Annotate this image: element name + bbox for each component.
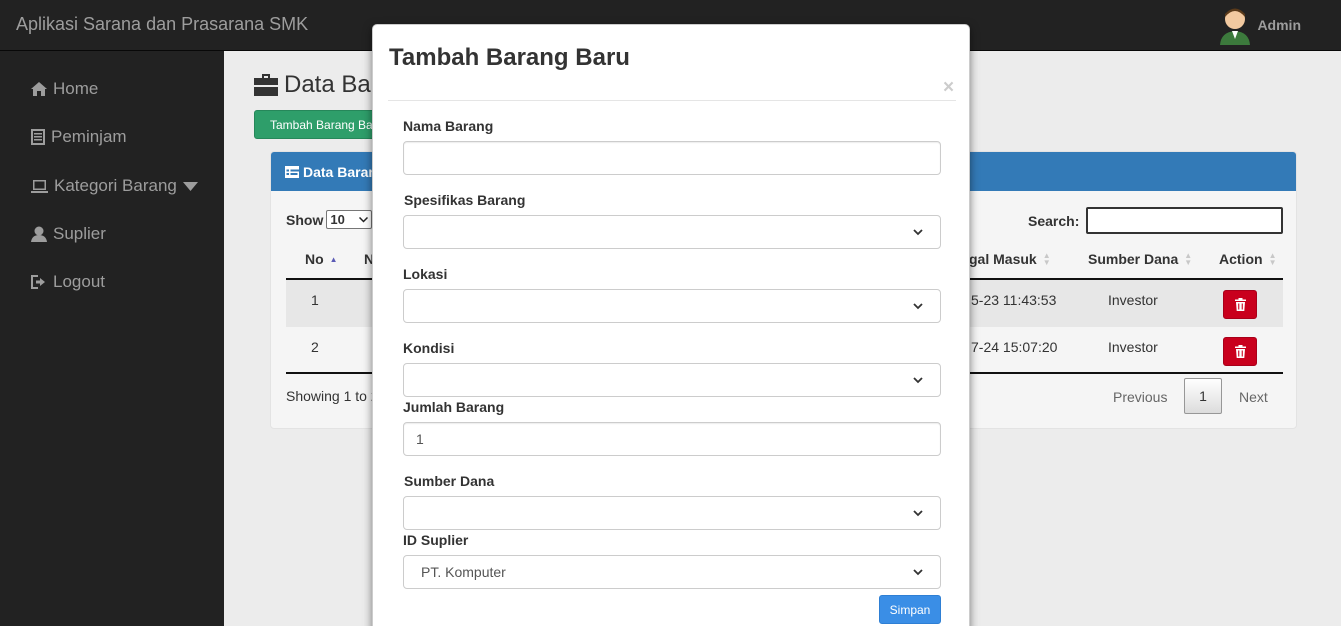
id-suplier-select[interactable]: PT. Komputer [403, 555, 941, 589]
nama-barang-input[interactable] [403, 141, 941, 175]
save-button[interactable]: Simpan [879, 595, 941, 624]
sumber-dana-label: Sumber Dana [404, 473, 495, 489]
chevron-down-icon [913, 377, 923, 384]
modal-title: Tambah Barang Baru [389, 44, 630, 71]
lokasi-label: Lokasi [403, 266, 448, 282]
jumlah-barang-input[interactable] [403, 422, 941, 456]
chevron-down-icon [913, 569, 923, 576]
close-icon[interactable]: × [943, 78, 954, 98]
modal-header-divider [388, 100, 956, 101]
kondisi-label: Kondisi [403, 340, 455, 356]
add-item-modal: Tambah Barang Baru × Nama Barang Spesifi… [372, 24, 970, 626]
kondisi-select[interactable] [403, 363, 941, 397]
chevron-down-icon [913, 229, 923, 236]
spesifikasi-label: Spesifikas Barang [404, 192, 526, 208]
id-suplier-label: ID Suplier [403, 532, 469, 548]
chevron-down-icon [913, 303, 923, 310]
lokasi-select[interactable] [403, 289, 941, 323]
id-suplier-value: PT. Komputer [421, 564, 506, 580]
spesifikasi-select[interactable] [403, 215, 941, 249]
sumber-dana-select[interactable] [403, 496, 941, 530]
jumlah-barang-label: Jumlah Barang [403, 399, 505, 415]
nama-barang-label: Nama Barang [403, 118, 494, 134]
chevron-down-icon [913, 510, 923, 517]
